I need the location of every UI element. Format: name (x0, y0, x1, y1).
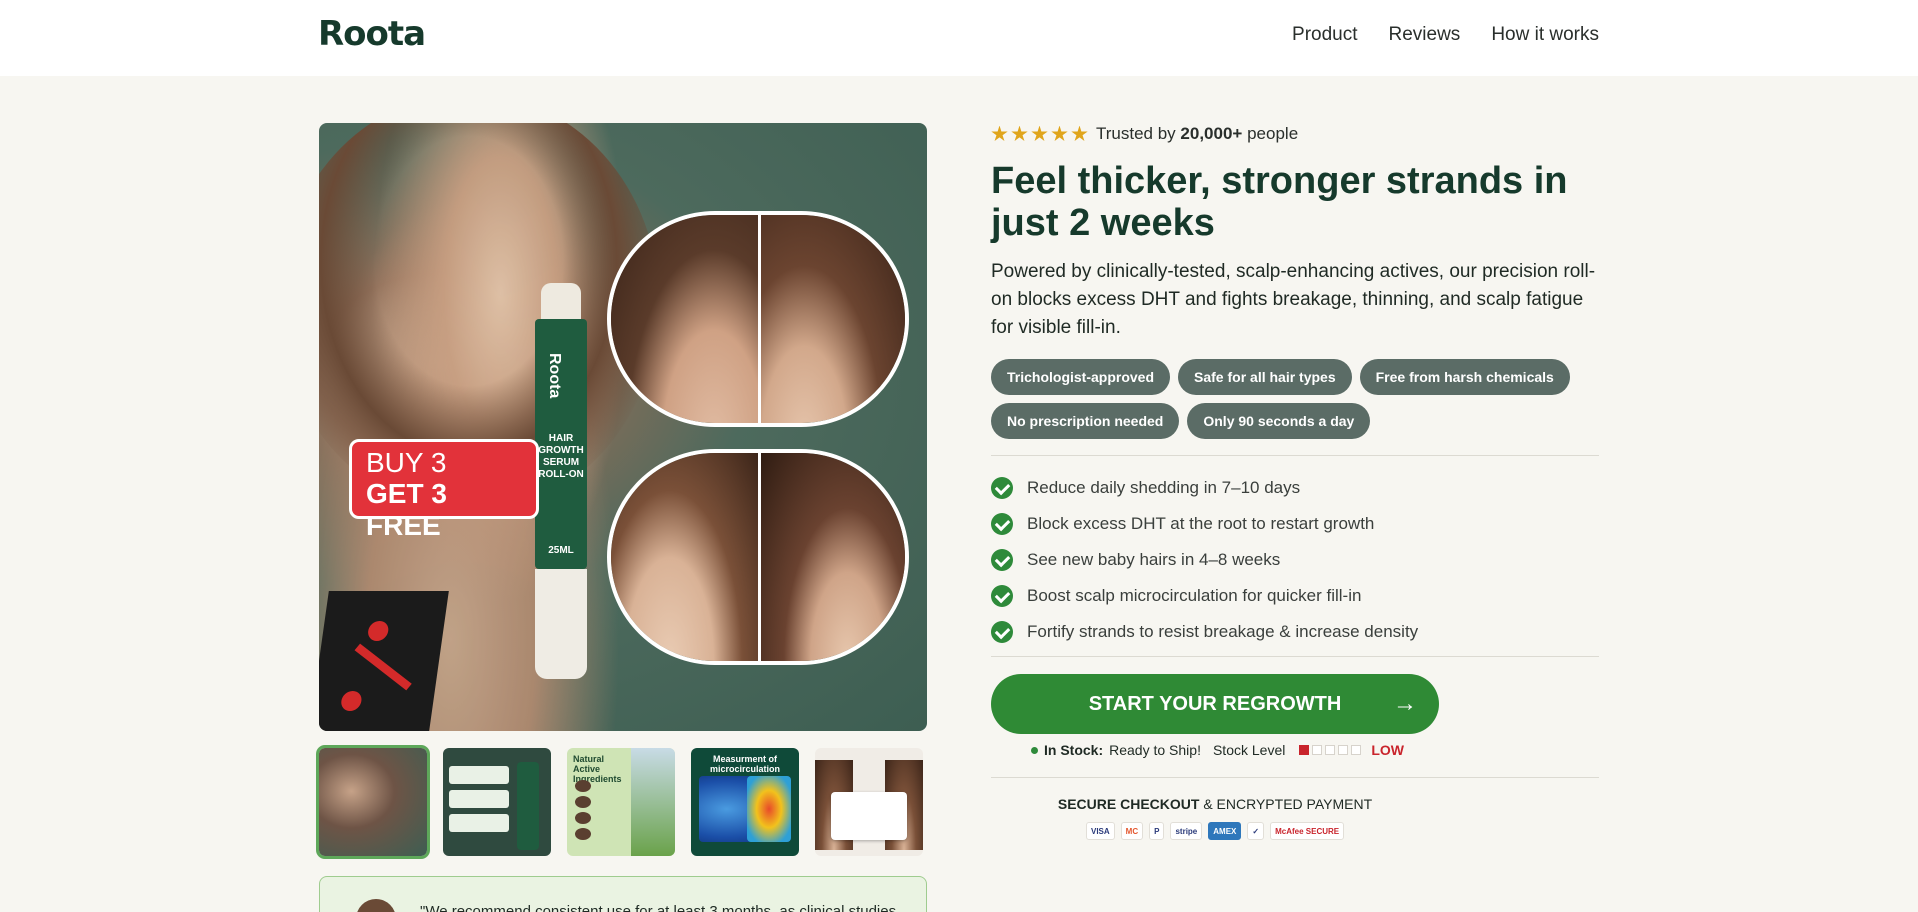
check-icon (991, 477, 1013, 499)
arrow-right-icon: → (1393, 690, 1417, 717)
bottle-volume: 25ML (548, 545, 574, 556)
feature-tags: Trichologist-approved Safe for all hair … (991, 359, 1611, 439)
stock-level-text: LOW (1371, 742, 1404, 758)
mastercard-icon: MC (1120, 822, 1144, 840)
before-after-part (607, 449, 909, 665)
trust-prefix: Trusted by (1096, 124, 1176, 143)
star-icon (1051, 125, 1068, 141)
tag-free-from-chemicals: Free from harsh chemicals (1359, 359, 1570, 395)
benefit-item: See new baby hairs in 4–8 weeks (991, 542, 1599, 578)
after-photo (758, 215, 905, 423)
divider (991, 656, 1599, 657)
tag-no-prescription: No prescription needed (991, 403, 1180, 439)
tag-trichologist-approved: Trichologist-approved (991, 359, 1171, 395)
stock-dot-icon (1031, 746, 1038, 754)
nav-how-it-works[interactable]: How it works (1491, 24, 1599, 46)
promo-line1: BUY 3 (366, 447, 447, 478)
avatar (356, 899, 396, 912)
benefit-item: Reduce daily shedding in 7–10 days (991, 470, 1599, 506)
thumbnail-3[interactable]: Natural Active Ingredients (567, 748, 675, 856)
thumbnail-gallery: Natural Active Ingredients Measurment of… (316, 745, 923, 859)
check-icon (991, 621, 1013, 643)
thumbnail-5[interactable] (815, 748, 923, 856)
bottle-brand: Roota (546, 353, 563, 399)
star-icon (1031, 125, 1048, 141)
ship-text: Ready to Ship! (1109, 742, 1201, 758)
stock-indicator: In Stock: Ready to Ship! Stock Level LOW (1031, 742, 1404, 758)
testimonial-quote: "We recommend consistent use for at leas… (420, 903, 897, 912)
start-regrowth-button[interactable]: START YOUR REGROWTH → (991, 674, 1439, 734)
serum-bottle: Roota HAIR GROWTH SERUM ROLL-ON 25ML (531, 283, 591, 683)
check-icon (991, 513, 1013, 535)
star-rating (991, 125, 1088, 143)
paypal-icon: P (1149, 822, 1165, 840)
hero-product-image[interactable]: Roota HAIR GROWTH SERUM ROLL-ON 25ML BUY… (319, 123, 927, 731)
benefit-item: Fortify strands to resist breakage & inc… (991, 614, 1599, 650)
benefit-item: Block excess DHT at the root to restart … (991, 506, 1599, 542)
amex-icon: AMEX (1208, 822, 1242, 840)
after-photo (758, 453, 905, 661)
check-icon (991, 585, 1013, 607)
thumbnail-1[interactable] (316, 745, 430, 859)
product-title: Feel thicker, stronger strands in just 2… (991, 160, 1568, 244)
thumbnail-2[interactable] (443, 748, 551, 856)
tag-90-seconds: Only 90 seconds a day (1187, 403, 1371, 439)
promo-line2: GET 3 FREE (366, 478, 447, 541)
brand-logo[interactable]: Roota (318, 14, 426, 54)
bottle-label: HAIR GROWTH SERUM ROLL-ON (538, 433, 584, 480)
star-icon (991, 125, 1008, 141)
payment-methods: VISA MC P stripe AMEX ✓ McAfee SECURE (1086, 822, 1345, 840)
main-nav: Product Reviews How it works (1292, 24, 1599, 46)
visa-icon: VISA (1086, 822, 1115, 840)
stock-level-label: Stock Level (1212, 742, 1286, 758)
mcafee-secure-icon: McAfee SECURE (1270, 822, 1345, 840)
benefits-list: Reduce daily shedding in 7–10 days Block… (991, 470, 1599, 650)
thumbnail-caption: Measurment of microcirculation (709, 754, 781, 774)
thumbnail-4[interactable]: Measurment of microcirculation (691, 748, 799, 856)
nav-product[interactable]: Product (1292, 24, 1357, 46)
star-icon (1011, 125, 1028, 141)
star-icon (1071, 125, 1088, 141)
trust-rating: Trusted by 20,000+ people (991, 124, 1298, 144)
before-after-hairline (607, 211, 909, 427)
trust-suffix: people (1247, 124, 1299, 143)
trust-count: 20,000+ (1180, 124, 1243, 143)
stock-status: In Stock: (1044, 742, 1104, 758)
check-icon (991, 549, 1013, 571)
benefit-item: Boost scalp microcirculation for quicker… (991, 578, 1599, 614)
site-header: Roota Product Reviews How it works (0, 0, 1918, 76)
cta-label: START YOUR REGROWTH (1088, 692, 1342, 715)
divider (991, 777, 1599, 778)
verified-icon: ✓ (1247, 822, 1265, 840)
expert-testimonial: "We recommend consistent use for at leas… (319, 876, 927, 912)
tag-safe-for-all-hair: Safe for all hair types (1178, 359, 1352, 395)
stock-level-bars (1299, 745, 1362, 755)
promo-badge: BUY 3 GET 3 FREE (349, 439, 539, 541)
shopping-bag-icon (319, 591, 449, 731)
stripe-icon: stripe (1170, 822, 1203, 840)
divider (991, 455, 1599, 456)
nav-reviews[interactable]: Reviews (1389, 24, 1461, 46)
product-description: Powered by clinically-tested, scalp-enha… (991, 261, 1596, 338)
secure-checkout-notice: SECURE CHECKOUT & ENCRYPTED PAYMENT (1057, 796, 1373, 812)
